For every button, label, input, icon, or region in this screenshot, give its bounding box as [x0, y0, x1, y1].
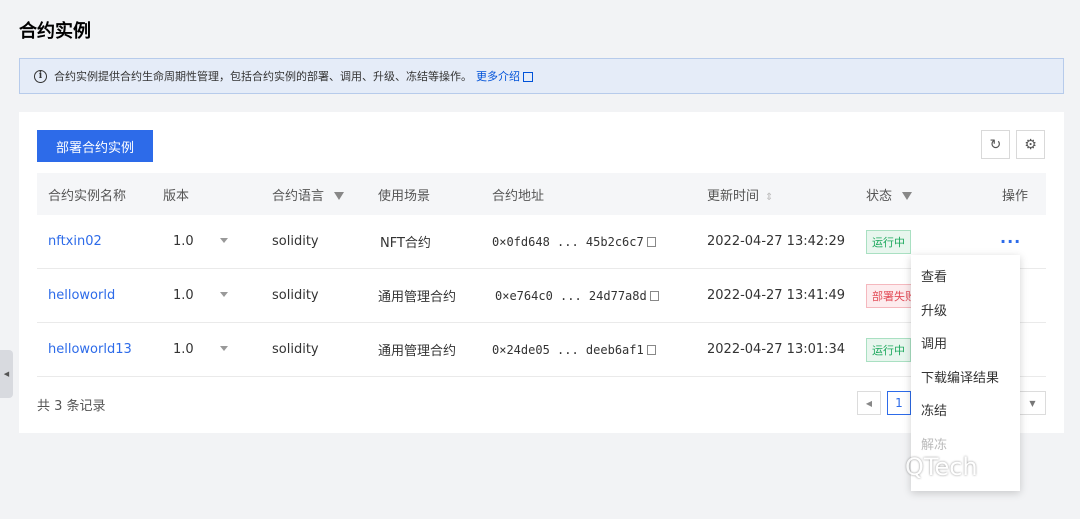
table-row: helloworld13 1.0 solidity 通用管理合约 0×24de0… — [37, 323, 1046, 377]
header-name: 合约实例名称 — [48, 188, 127, 204]
instance-name-link[interactable]: helloworld13 — [48, 342, 132, 357]
scene-cell: 通用管理合约 — [378, 344, 457, 359]
menu-item-freeze[interactable]: 冻结 — [911, 393, 1020, 427]
header-language: 合约语言 — [272, 185, 345, 204]
menu-item-upgrade[interactable]: 升级 — [911, 293, 1020, 327]
table-row: nftxin02 1.0 solidity NFT合约 0×0fd648 ...… — [37, 215, 1046, 269]
menu-item-view[interactable]: 查看 — [911, 259, 1020, 293]
chevron-down-icon: ▼ — [1029, 398, 1036, 408]
chevron-down-icon — [219, 292, 228, 297]
chevron-down-icon — [219, 346, 228, 351]
language-cell: solidity — [272, 234, 319, 249]
address-cell: 0×24de05 ... deeb6af1 — [492, 343, 656, 357]
external-link-icon[interactable] — [523, 72, 533, 82]
instance-card: 部署合约实例 ↻ ⚙ 合约实例名称 版本 合约语言 使用场景 合约地址 更新时间… — [19, 112, 1064, 433]
copy-icon[interactable] — [646, 236, 656, 247]
header-address: 合约地址 — [492, 188, 545, 204]
status-badge: 运行中 — [866, 229, 911, 254]
table-header: 合约实例名称 版本 合约语言 使用场景 合约地址 更新时间 ⇕ 状态 操作 — [37, 173, 1046, 215]
instance-table: 合约实例名称 版本 合约语言 使用场景 合约地址 更新时间 ⇕ 状态 操作 nft… — [37, 173, 1046, 377]
chevron-down-icon — [219, 238, 228, 243]
language-cell: solidity — [272, 288, 319, 303]
info-icon: i — [34, 69, 47, 83]
version-select[interactable]: 1.0 — [173, 342, 228, 357]
menu-item-download-build[interactable]: 下载编译结果 — [911, 360, 1020, 394]
settings-button[interactable]: ⚙ — [1016, 130, 1045, 159]
info-notice: i 合约实例提供合约生命周期性管理，包括合约实例的部署、调用、升级、冻结等操作。… — [19, 58, 1064, 94]
version-select[interactable]: 1.0 — [173, 234, 228, 249]
copy-icon[interactable] — [646, 344, 656, 355]
more-info-link[interactable]: 更多介绍 — [476, 68, 520, 84]
updated-cell: 2022-04-27 13:42:29 — [707, 234, 846, 249]
scene-cell: NFT合约 — [380, 236, 431, 251]
version-select[interactable]: 1.0 — [173, 288, 228, 303]
copy-icon[interactable] — [649, 290, 659, 301]
status-badge: 运行中 — [866, 337, 911, 362]
watermark: QTech — [905, 453, 978, 481]
page-size-select[interactable]: ▼ — [1019, 391, 1046, 415]
refresh-button[interactable]: ↻ — [981, 130, 1010, 159]
instance-name-link[interactable]: helloworld — [48, 288, 115, 303]
page-number-button[interactable]: 1 — [887, 391, 911, 415]
refresh-icon: ↻ — [989, 136, 1002, 153]
page-title: 合约实例 — [19, 21, 91, 42]
header-action: 操作 — [1002, 188, 1029, 204]
scene-cell: 通用管理合约 — [378, 290, 457, 305]
record-count: 共 3 条记录 — [37, 399, 106, 414]
deploy-contract-button[interactable]: 部署合约实例 — [37, 130, 153, 162]
prev-page-button[interactable]: ◀ — [857, 391, 881, 415]
gear-icon: ⚙ — [1024, 136, 1037, 153]
chevron-left-icon: ◀ — [865, 398, 873, 408]
more-icon[interactable]: ··· — [1000, 232, 1021, 251]
address-cell: 0×0fd648 ... 45b2c6c7 — [492, 235, 656, 249]
updated-cell: 2022-04-27 13:41:49 — [707, 288, 846, 303]
table-row: helloworld 1.0 solidity 通用管理合约 0×e764c0 … — [37, 269, 1046, 323]
sidebar-collapse-handle[interactable]: ◀ — [0, 350, 13, 398]
header-updated[interactable]: 更新时间 ⇕ — [707, 185, 773, 204]
instance-name-link[interactable]: nftxin02 — [48, 234, 102, 249]
chevron-left-icon: ◀ — [3, 370, 10, 378]
header-status: 状态 — [866, 185, 913, 204]
address-cell: 0×e764c0 ... 24d77a8d — [495, 289, 659, 303]
filter-icon[interactable] — [334, 191, 345, 200]
header-version: 版本 — [163, 188, 190, 204]
header-scene: 使用场景 — [378, 188, 431, 204]
filter-icon[interactable] — [902, 191, 913, 200]
sort-icon[interactable]: ⇕ — [765, 192, 773, 203]
menu-item-invoke[interactable]: 调用 — [911, 326, 1020, 360]
language-cell: solidity — [272, 342, 319, 357]
notice-text: 合约实例提供合约生命周期性管理，包括合约实例的部署、调用、升级、冻结等操作。 — [54, 70, 472, 83]
updated-cell: 2022-04-27 13:01:34 — [707, 342, 846, 357]
